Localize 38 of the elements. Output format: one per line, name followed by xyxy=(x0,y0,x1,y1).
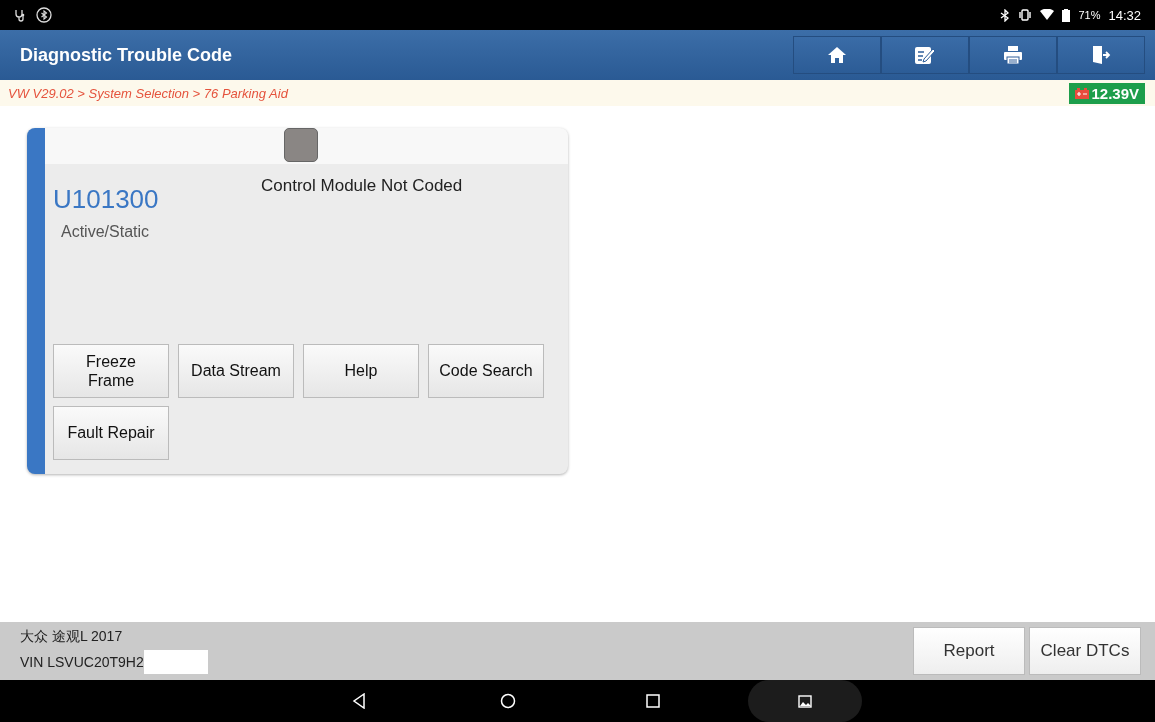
voltage-badge: 12.39V xyxy=(1069,82,1145,104)
vin-number: VIN LSVUC20T9H2 xyxy=(20,654,144,670)
dtc-action-button[interactable]: Help xyxy=(303,344,419,398)
back-icon[interactable] xyxy=(352,693,366,709)
dtc-status: Active/Static xyxy=(61,223,151,241)
redaction-block xyxy=(143,650,208,674)
clock-time: 14:32 xyxy=(1108,7,1141,23)
battery-icon xyxy=(1062,8,1071,22)
vibrate-icon xyxy=(1018,9,1033,21)
page-title: Diagnostic Trouble Code xyxy=(20,44,233,66)
wifi-icon xyxy=(1040,9,1055,21)
battery-percent: 71% xyxy=(1078,9,1101,21)
battery-icon xyxy=(1075,87,1090,99)
home-circle-icon[interactable] xyxy=(500,693,516,709)
dtc-action-button[interactable]: Freeze Frame xyxy=(53,344,169,398)
home-icon xyxy=(827,46,847,64)
image-icon xyxy=(798,694,812,708)
dtc-action-button[interactable]: Fault Repair xyxy=(53,406,169,460)
print-button[interactable] xyxy=(969,36,1057,74)
footer-button[interactable]: Clear DTCs xyxy=(1029,627,1141,675)
dtc-action-button[interactable]: Data Stream xyxy=(178,344,294,398)
exit-button[interactable] xyxy=(1057,36,1145,74)
printer-icon xyxy=(1003,45,1023,65)
screenshot-button[interactable] xyxy=(748,680,862,722)
home-button[interactable] xyxy=(793,36,881,74)
select-checkbox[interactable] xyxy=(283,128,318,162)
edit-icon xyxy=(914,45,936,65)
bluetooth-icon xyxy=(1000,8,1011,22)
vehicle-name: 大众 途观L 2017 xyxy=(20,628,124,646)
recents-square-icon[interactable] xyxy=(646,694,660,708)
breadcrumb: VW V29.02 > System Selection > 76 Parking Aid xyxy=(8,85,288,101)
exit-door-icon xyxy=(1091,45,1111,65)
dtc-code: U101300 xyxy=(53,184,160,215)
footer-button[interactable]: Report xyxy=(913,627,1025,675)
dtc-description: Control Module Not Coded xyxy=(261,176,463,197)
dtc-action-button[interactable]: Code Search xyxy=(428,344,544,398)
edit-button[interactable] xyxy=(881,36,969,74)
bluetooth-icon xyxy=(36,7,52,23)
